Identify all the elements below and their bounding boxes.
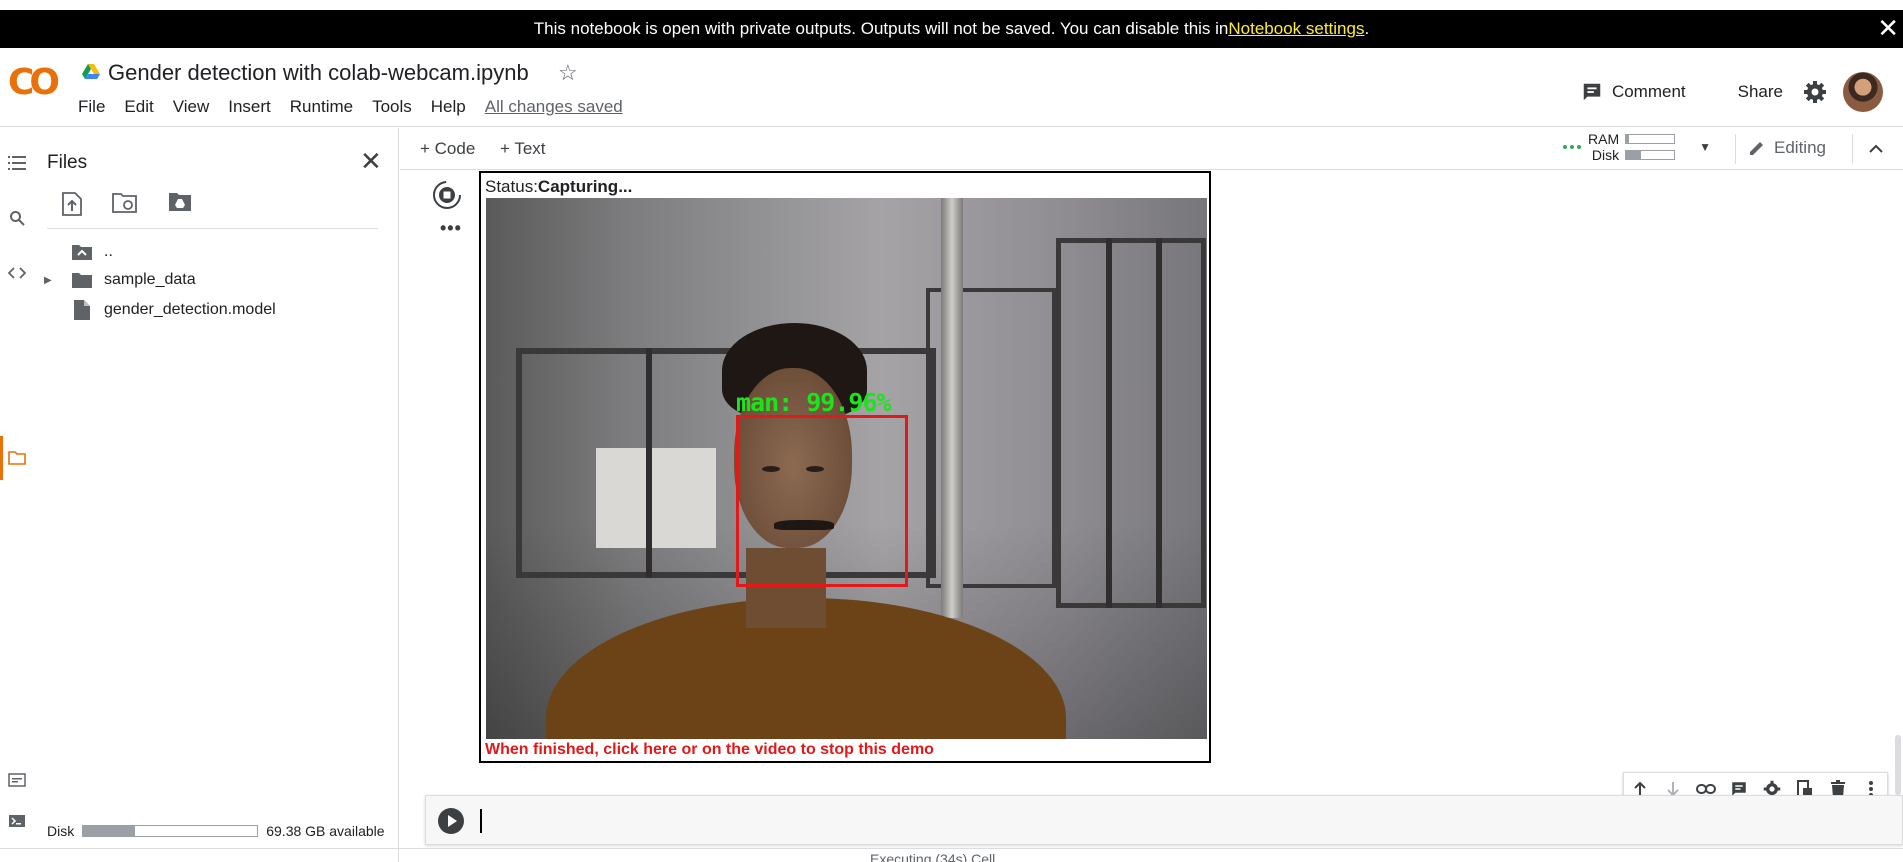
comment-button[interactable]: Comment (1581, 81, 1686, 103)
menu-view[interactable]: View (173, 97, 210, 117)
user-avatar[interactable] (1843, 72, 1883, 112)
files-panel-title: Files (47, 152, 88, 173)
code-snippets-icon[interactable] (7, 263, 27, 283)
notebook-settings-link[interactable]: Notebook settings (1228, 19, 1364, 39)
tree-item-label: .. (104, 243, 113, 260)
close-files-panel-icon[interactable]: ✕ (360, 146, 382, 177)
cell-more-icon[interactable]: ••• (440, 218, 462, 239)
connected-dots-icon (1563, 145, 1581, 149)
ram-bar (1625, 134, 1676, 144)
command-palette-icon[interactable] (7, 770, 27, 790)
parent-folder-icon (72, 245, 92, 260)
capture-status: Status:Capturing... (485, 177, 632, 197)
ram-label: RAM (1588, 131, 1620, 147)
add-text-button[interactable]: + Text (500, 139, 546, 159)
tree-item-label: sample_data (104, 271, 196, 288)
file-icon (74, 300, 90, 320)
menu-file[interactable]: File (78, 97, 105, 117)
save-status-link[interactable]: All changes saved (485, 97, 623, 117)
text-cursor (480, 809, 482, 833)
detection-label: man: 99.96% (736, 388, 892, 417)
files-folder-icon[interactable] (7, 448, 27, 468)
refresh-folder-icon[interactable] (112, 192, 138, 221)
ram-fill (1626, 135, 1629, 143)
grill-bar (1106, 238, 1112, 608)
banner-suffix: . (1364, 19, 1370, 38)
code-cell-editor[interactable] (425, 795, 1903, 845)
google-drive-icon (82, 64, 100, 79)
resource-labels: RAM Disk (1588, 131, 1619, 163)
banner-text: This notebook is open with private outpu… (533, 19, 1229, 38)
files-panel: Files ✕ .. ▶ sample_data gender_detectio… (34, 128, 399, 862)
pencil-icon (1750, 142, 1763, 155)
expand-arrow-icon[interactable]: ▶ (44, 275, 62, 286)
comment-icon (1583, 83, 1601, 101)
settings-gear-icon[interactable] (1803, 80, 1827, 104)
toolbar-separator (1852, 134, 1853, 164)
cell-output: Status:Capturing... man: 99.96% When fin… (479, 171, 1211, 763)
comment-label: Comment (1611, 82, 1686, 101)
disk-label: Disk (47, 823, 75, 839)
tree-item-gender-detection-model[interactable]: gender_detection.model (74, 298, 276, 322)
menu-help[interactable]: Help (431, 97, 466, 117)
notebook-title[interactable]: Gender detection with colab-webcam.ipynb (108, 60, 529, 86)
status-footer: Executing (34s) Cell (0, 848, 1903, 862)
disk-usage: Disk 69.38 GB available (47, 823, 385, 839)
menu-bar: File Edit View Insert Runtime Tools Help… (78, 97, 642, 117)
right-window-grill (1056, 238, 1206, 608)
add-code-button[interactable]: + Code (420, 139, 475, 159)
colab-logo[interactable]: CO (8, 65, 60, 101)
door-pole (941, 198, 963, 618)
grill-bar (1156, 238, 1162, 608)
resources-dropdown-icon[interactable]: ▼ (1699, 140, 1711, 154)
grill-bar (646, 348, 652, 578)
header-actions: Comment Share (1581, 68, 1903, 116)
files-divider (47, 228, 378, 229)
status-value: Capturing... (537, 177, 633, 196)
execution-status: Executing (34s) Cell (870, 851, 996, 862)
tree-item-parent[interactable]: .. (72, 240, 113, 264)
disk-available: 69.38 GB available (266, 823, 385, 839)
disk-fill (1626, 151, 1641, 159)
folder-icon (72, 273, 92, 288)
menu-runtime[interactable]: Runtime (290, 97, 353, 117)
search-icon[interactable] (7, 208, 27, 228)
disk-usage-bar (82, 825, 259, 837)
star-icon[interactable]: ☆ (558, 60, 578, 86)
collapse-header-icon[interactable] (1868, 136, 1884, 159)
stop-demo-link[interactable]: When finished, click here or on the vide… (485, 741, 934, 759)
disk-bar (1625, 150, 1676, 160)
share-button[interactable]: Share (1738, 82, 1783, 102)
editing-mode-button[interactable]: Editing (1748, 138, 1826, 158)
upload-file-icon[interactable] (62, 192, 82, 221)
menu-edit[interactable]: Edit (124, 97, 153, 117)
tree-item-sample-data[interactable]: ▶ sample_data (44, 268, 196, 292)
resources-indicator[interactable]: RAM Disk ▼ (1562, 131, 1711, 163)
vertical-scrollbar[interactable] (1895, 735, 1901, 795)
files-toolbar (62, 192, 192, 221)
tree-item-label: gender_detection.model (104, 301, 276, 318)
terminal-icon[interactable] (7, 811, 27, 831)
resource-bars (1625, 134, 1676, 160)
active-rail-indicator (0, 436, 3, 480)
table-of-contents-icon[interactable] (7, 153, 27, 173)
menu-tools[interactable]: Tools (372, 97, 412, 117)
menu-insert[interactable]: Insert (228, 97, 271, 117)
mount-drive-icon[interactable] (168, 192, 192, 221)
sidebar-rail (0, 128, 34, 862)
editing-label: Editing (1774, 138, 1826, 157)
run-cell-icon[interactable] (437, 807, 465, 835)
disk-label: Disk (1591, 147, 1620, 163)
toolbar-separator (1735, 134, 1736, 164)
private-outputs-banner: This notebook is open with private outpu… (0, 10, 1903, 48)
notebook-toolbar: + Code + Text RAM Disk ▼ Editing (400, 128, 1903, 170)
stop-execution-icon[interactable] (432, 180, 462, 210)
disk-usage-fill (83, 826, 136, 836)
status-prefix: Status: (485, 177, 538, 196)
face-detection-box (736, 415, 908, 587)
banner-close-icon[interactable]: ✕ (1877, 14, 1899, 42)
webcam-video[interactable]: man: 99.96% (486, 198, 1207, 739)
logo-text: CO (8, 62, 60, 103)
app-header: CO Gender detection with colab-webcam.ip… (0, 48, 1903, 127)
